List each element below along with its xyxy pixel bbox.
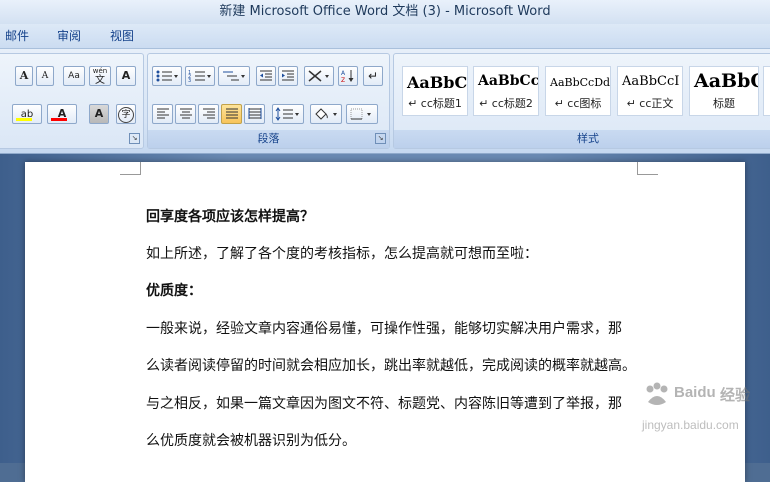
line-spacing-icon — [275, 107, 299, 121]
style-heading2[interactable]: AaBbCcl ↵ cc标题2 — [473, 66, 539, 116]
paragraph-heading[interactable]: 回享度各项应该怎样提高？ — [146, 206, 314, 226]
multilevel-list-button[interactable] — [218, 66, 250, 86]
grow-font-button[interactable]: A — [15, 66, 33, 86]
align-right-button[interactable] — [198, 104, 219, 124]
shrink-font-button[interactable]: A — [36, 66, 54, 86]
ribbon: A A Aa wén 文 A ab A A 字 ↘ 1 2 3 A Z ↵ 段落… — [0, 49, 770, 154]
style-name: ↵ cc正文 — [626, 97, 674, 110]
sort-button[interactable]: AZ — [338, 66, 358, 86]
style-figure[interactable]: AaBbCcDdE ↵ cc图标 — [545, 66, 611, 116]
paragraph[interactable]: 么读者阅读停留的时间就会相应加长，跳出率就越低，完成阅读的概率就越高。 — [146, 355, 636, 375]
char-shading-icon: A — [94, 107, 104, 120]
ribbon-tabs: 邮件 审阅 视图 — [0, 24, 770, 49]
highlight-color-bar — [16, 118, 32, 121]
line-spacing-button[interactable] — [272, 104, 304, 124]
increase-indent-icon — [282, 70, 294, 81]
distribute-button[interactable] — [244, 104, 265, 124]
style-name: ↵ cc图标 — [554, 97, 602, 110]
watermark-cn: 经验 — [720, 386, 751, 404]
phonetic-char-icon: 文 — [95, 75, 105, 86]
styles-group-label: 样式 — [394, 130, 770, 148]
margin-corner-left — [120, 162, 141, 175]
tab-mailings[interactable]: 邮件 — [5, 24, 29, 48]
paragraph-group-label: 段落 — [148, 130, 389, 148]
enclose-chars-button[interactable]: 字 — [116, 104, 136, 124]
align-left-button[interactable] — [152, 104, 173, 124]
align-center-button[interactable] — [175, 104, 196, 124]
tab-view[interactable]: 视图 — [110, 24, 134, 48]
paragraph-subheading[interactable]: 优质度： — [146, 280, 202, 300]
paragraph[interactable]: 与之相反，如果一篇文章因为图文不符、标题党、内容陈旧等遭到了举报，那 — [146, 393, 622, 413]
tab-review[interactable]: 审阅 — [57, 24, 81, 48]
styles-group: AaBbC ↵ cc标题1 AaBbCcl ↵ cc标题2 AaBbCcDdE … — [393, 53, 770, 149]
highlight-button[interactable]: ab — [12, 104, 42, 124]
paragraph[interactable]: 么优质度就会被机器识别为低分。 — [146, 430, 356, 450]
watermark-url: jingyan.baidu.com — [642, 418, 739, 432]
justify-icon — [225, 108, 238, 119]
align-left-icon — [156, 108, 169, 119]
borders-icon — [350, 108, 371, 120]
baidu-paw-icon — [646, 382, 668, 405]
phonetic-guide-button[interactable]: wén 文 — [89, 66, 111, 86]
style-heading1[interactable]: AaBbC ↵ cc标题1 — [402, 66, 468, 116]
grow-font-icon: A — [19, 69, 29, 82]
style-name: ↵ cc标题2 — [479, 97, 533, 110]
align-center-icon — [179, 108, 192, 119]
font-color-button[interactable]: A — [47, 104, 77, 124]
style-sample: AaBbCcI — [622, 74, 680, 89]
paragraph-group: 123 A Z ↵ 段落 ↘ — [147, 53, 390, 149]
baidu-jingyan-watermark: Baidu 经验 jingyan.baidu.com — [642, 374, 760, 460]
decrease-indent-icon — [260, 70, 272, 81]
font-color-bar — [51, 118, 67, 121]
sort-icon: AZ — [341, 70, 354, 84]
show-marks-button[interactable]: ↵ — [363, 66, 383, 86]
char-border-icon: A — [121, 69, 131, 82]
margin-corner-right — [637, 162, 658, 175]
borders-button[interactable] — [346, 104, 378, 124]
justify-button[interactable] — [221, 104, 242, 124]
numbering-icon: 123 — [188, 70, 211, 84]
style-sample: AaBbCcl — [478, 73, 539, 89]
style-sample: AaBbC — [694, 70, 759, 92]
font-group-launcher[interactable]: ↘ — [129, 133, 140, 144]
watermark-brand: Baidu — [674, 384, 716, 401]
style-body[interactable]: AaBbCcI ↵ cc正文 — [617, 66, 683, 116]
char-shading-button[interactable]: A — [89, 104, 109, 124]
paragraph[interactable]: 一般来说，经验文章内容通俗易懂，可操作性强，能够切实解决用户需求，那 — [146, 318, 622, 338]
enclose-chars-icon: 字 — [118, 107, 134, 123]
align-right-icon — [202, 108, 215, 119]
multilevel-list-icon — [223, 71, 245, 81]
title-bar: 新建 Microsoft Office Word 文档 (3) - Micros… — [0, 0, 770, 24]
paragraph-mark-icon: ↵ — [367, 69, 379, 83]
bullets-icon — [156, 70, 178, 82]
shading-button[interactable] — [310, 104, 342, 124]
style-sample: AaBbCcDdE — [550, 76, 611, 89]
change-case-button[interactable]: Aa — [63, 66, 85, 86]
paragraph[interactable]: 如上所述，了解了各个度的考核指标，怎么提高就可想而至啦： — [146, 243, 538, 263]
bullets-button[interactable] — [152, 66, 182, 86]
style-sample: AaBbC — [407, 73, 468, 92]
style-title[interactable]: AaBbC 标题 — [689, 66, 759, 116]
window-title: 新建 Microsoft Office Word 文档 (3) - Micros… — [219, 4, 551, 19]
char-border-button[interactable]: A — [116, 66, 136, 86]
paint-bucket-icon — [315, 108, 337, 120]
font-group: A A Aa wén 文 A ab A A 字 ↘ — [0, 53, 144, 149]
paragraph-group-launcher[interactable]: ↘ — [375, 133, 386, 144]
document-page[interactable]: 回享度各项应该怎样提高？ 如上所述，了解了各个度的考核指标，怎么提高就可想而至啦… — [25, 162, 745, 482]
style-more[interactable] — [763, 66, 770, 116]
svg-text:A: A — [341, 70, 346, 77]
distribute-icon — [248, 108, 261, 119]
numbering-button[interactable]: 123 — [185, 66, 215, 86]
change-case-icon: Aa — [68, 71, 80, 81]
style-name: ↵ cc标题1 — [408, 97, 462, 110]
svg-text:Z: Z — [341, 77, 345, 83]
shrink-font-icon: A — [41, 71, 49, 81]
increase-indent-button[interactable] — [278, 66, 298, 86]
style-name: 标题 — [713, 97, 735, 110]
decrease-indent-button[interactable] — [256, 66, 276, 86]
chinese-layout-icon — [308, 70, 329, 82]
chinese-layout-button[interactable] — [304, 66, 334, 86]
svg-text:3: 3 — [188, 78, 191, 83]
